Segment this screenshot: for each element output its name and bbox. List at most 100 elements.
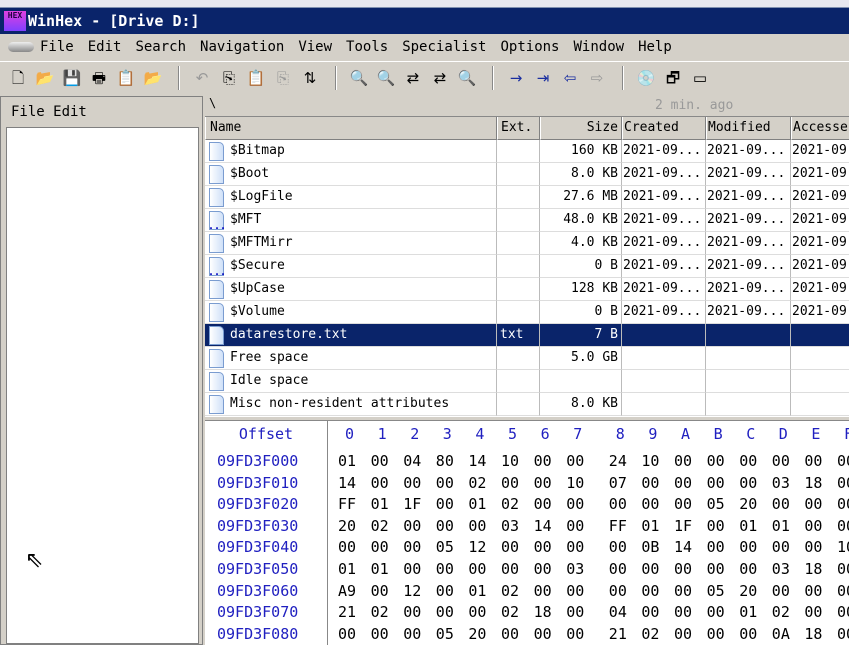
hex-byte[interactable]: 00 [371,538,389,556]
hex-byte[interactable]: 01 [739,603,757,621]
hex-byte[interactable]: 00 [837,517,849,535]
menu-options[interactable]: Options [500,39,559,55]
undo-icon[interactable]: ↶ [190,67,214,89]
file-row[interactable]: $Secure0 B2021-09...2021-09...2021-09 [205,255,849,278]
goto-offset-icon[interactable]: → [504,67,528,89]
hex-byte[interactable]: 00 [371,582,389,600]
hex-byte[interactable]: 00 [609,582,627,600]
column-header-created[interactable]: Created [622,117,706,140]
hex-byte[interactable]: 00 [641,495,659,513]
hex-byte[interactable]: 0B [641,538,659,556]
hex-byte[interactable]: 20 [338,517,356,535]
hex-byte[interactable]: 00 [641,582,659,600]
hex-byte[interactable]: A9 [338,582,356,600]
hex-byte[interactable]: 00 [534,474,552,492]
hex-byte[interactable]: 00 [501,474,519,492]
hex-byte[interactable]: 00 [804,517,822,535]
hex-byte[interactable]: 10 [566,474,584,492]
hex-byte[interactable]: 00 [534,582,552,600]
hex-byte[interactable]: 00 [609,560,627,578]
hex-byte[interactable]: 00 [674,495,692,513]
hex-byte[interactable]: 00 [707,560,725,578]
open-folder-star-icon[interactable]: 📂 [141,67,165,89]
hex-byte[interactable]: 00 [566,495,584,513]
hex-byte[interactable]: 12 [468,538,486,556]
forward-icon[interactable]: ⇨ [585,67,609,89]
hex-byte[interactable]: 00 [468,560,486,578]
hex-byte[interactable]: 00 [566,517,584,535]
properties-icon[interactable]: 📋 [114,67,138,89]
hex-byte[interactable]: 00 [468,517,486,535]
hex-byte[interactable]: 00 [739,625,757,643]
hex-byte[interactable]: 18 [534,603,552,621]
hex-byte[interactable]: 00 [804,603,822,621]
hex-byte[interactable]: 01 [468,495,486,513]
hex-byte[interactable]: 00 [837,474,849,492]
menu-tools[interactable]: Tools [346,39,388,55]
hex-byte[interactable]: 10 [837,538,849,556]
hex-byte[interactable]: 00 [566,538,584,556]
hex-byte[interactable]: 18 [804,625,822,643]
hex-byte[interactable]: 00 [436,517,454,535]
file-row[interactable]: $LogFile 27.6 MB 2021-09... 2021-09... 2021-… [205,186,849,209]
menu-file[interactable]: File [40,39,74,55]
file-row[interactable]: Misc non-resident attributes 8.0 KB [205,393,849,416]
hex-byte[interactable]: 00 [436,474,454,492]
hex-byte[interactable]: 00 [641,603,659,621]
save-icon[interactable]: 💾 [60,67,84,89]
menu-navigation[interactable]: Navigation [200,39,284,55]
hex-byte[interactable]: 00 [707,603,725,621]
hex-byte[interactable]: 00 [566,603,584,621]
file-row[interactable]: Idle space [205,370,849,393]
panel-menu[interactable]: File Edit [1,97,202,127]
goto-page-icon[interactable]: ⇥ [531,67,555,89]
hex-byte[interactable]: 00 [566,452,584,470]
hex-byte[interactable]: 00 [534,452,552,470]
replace-text-icon[interactable]: ⇄ [401,67,425,89]
hex-byte[interactable]: 02 [468,474,486,492]
print-icon[interactable]: 🖶 [87,67,111,89]
hex-byte[interactable]: 00 [804,538,822,556]
hex-byte[interactable]: 01 [772,517,790,535]
paste-icon[interactable]: 📋 [244,67,268,89]
file-row[interactable]: Free space 5.0 GB [205,347,849,370]
hex-byte[interactable]: 02 [641,625,659,643]
hex-byte[interactable]: 00 [707,474,725,492]
hex-byte[interactable]: 14 [338,474,356,492]
hex-byte[interactable]: 00 [772,495,790,513]
hex-byte[interactable]: 00 [739,452,757,470]
menu-view[interactable]: View [298,39,332,55]
hex-byte[interactable]: 20 [739,582,757,600]
hex-byte[interactable]: 10 [501,452,519,470]
hex-byte[interactable]: 05 [436,538,454,556]
file-row[interactable]: $MFT48.0 KB2021-09...2021-09...2021-09 [205,209,849,232]
menu-edit[interactable]: Edit [88,39,122,55]
hex-byte[interactable]: 00 [403,538,421,556]
hex-byte[interactable]: 00 [707,538,725,556]
hex-byte[interactable]: 02 [501,495,519,513]
hex-byte[interactable]: 00 [371,474,389,492]
file-row[interactable]: datarestore.txt txt 7 B [205,324,849,347]
hex-byte[interactable]: 00 [609,538,627,556]
hex-byte[interactable]: 00 [674,582,692,600]
hex-byte[interactable]: 07 [609,474,627,492]
hex-byte[interactable]: 00 [837,560,849,578]
file-row[interactable]: $UpCase 128 KB 2021-09... 2021-09... 2021-09 [205,278,849,301]
hex-byte[interactable]: 00 [436,560,454,578]
hex-byte[interactable]: 00 [468,603,486,621]
hex-byte[interactable]: 00 [739,560,757,578]
hex-byte[interactable]: 00 [403,603,421,621]
hex-byte[interactable]: 00 [837,582,849,600]
hex-byte[interactable]: 02 [501,603,519,621]
hex-byte[interactable]: 00 [837,452,849,470]
menu-window[interactable]: Window [574,39,625,55]
hex-byte[interactable]: 00 [739,538,757,556]
hex-byte[interactable]: 03 [772,560,790,578]
hex-byte[interactable]: 00 [403,560,421,578]
hex-byte[interactable]: 03 [772,474,790,492]
hex-byte[interactable]: 1F [674,517,692,535]
open-disk-icon[interactable]: 💿 [634,67,658,89]
hex-byte[interactable]: 00 [534,625,552,643]
hex-byte[interactable]: 00 [436,603,454,621]
hex-byte[interactable]: 20 [468,625,486,643]
